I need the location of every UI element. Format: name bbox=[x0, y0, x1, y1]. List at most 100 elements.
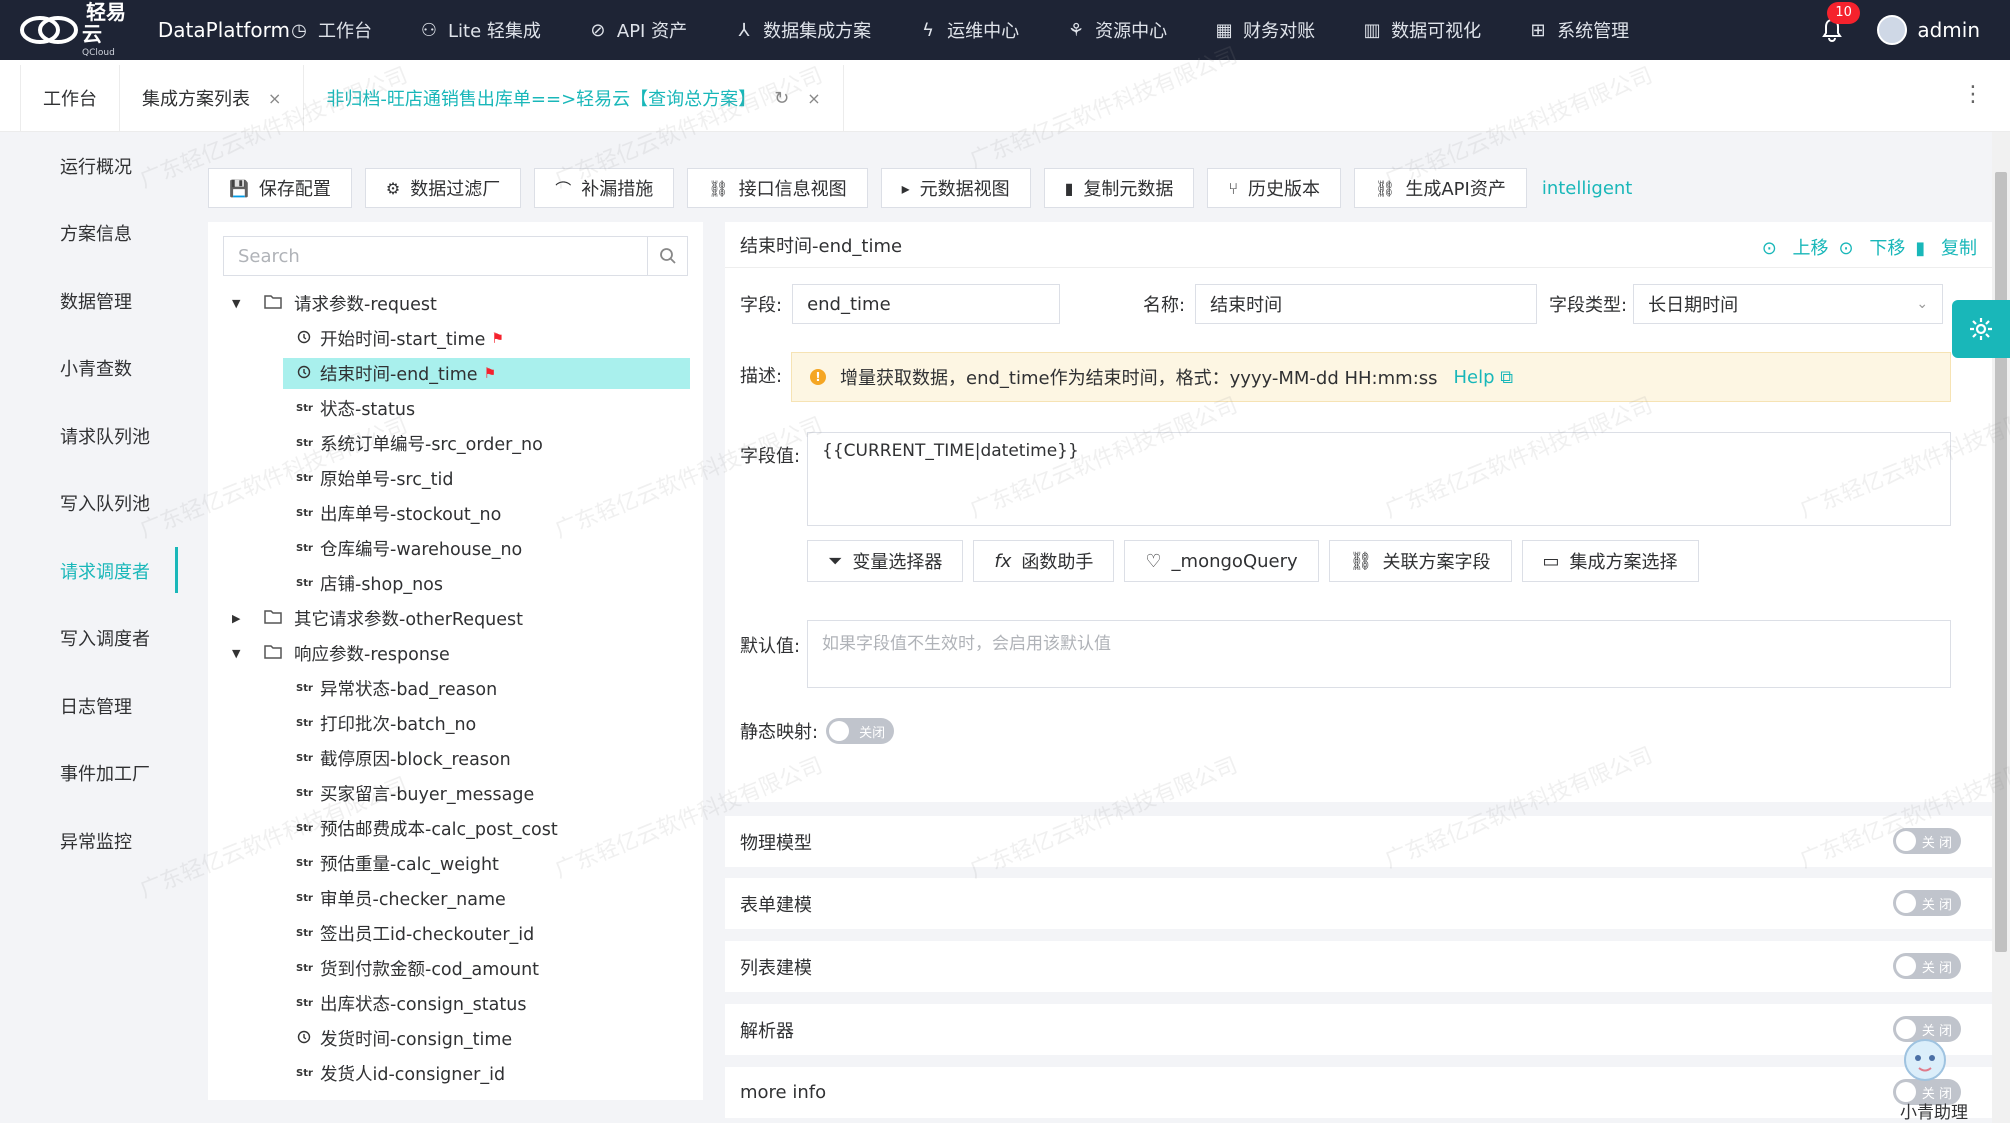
toolbar-button-6[interactable]: ⑂ 历史版本 bbox=[1207, 168, 1342, 208]
tree-leaf[interactable]: Str 出库单号-stockout_no bbox=[208, 496, 703, 531]
nav-item-0[interactable]: ◷ 工作台 bbox=[290, 17, 372, 43]
tree-leaf[interactable]: Str 发货人id-consigner_id bbox=[208, 1056, 703, 1091]
nav-item-2[interactable]: ⊘ API 资产 bbox=[589, 17, 687, 43]
tree-leaf[interactable]: Str 买家留言-buyer_message bbox=[208, 776, 703, 811]
search-icon[interactable] bbox=[647, 237, 687, 275]
nav-item-7[interactable]: ▥ 数据可视化 bbox=[1363, 17, 1482, 43]
search-input[interactable] bbox=[224, 237, 647, 275]
field-value-textarea[interactable]: {{CURRENT_TIME|datetime}} bbox=[807, 432, 1951, 526]
caret-right-icon[interactable]: ▶ bbox=[232, 612, 246, 625]
clock-icon bbox=[296, 330, 312, 347]
tree-leaf[interactable]: Str 签出员工id-checkouter_id bbox=[208, 916, 703, 951]
default-value-textarea[interactable]: 如果字段值不生效时，会启用该默认值 bbox=[807, 620, 1951, 688]
sidebar-item-9[interactable]: 事件加工厂 bbox=[0, 740, 178, 808]
sidebar-item-4[interactable]: 请求队列池 bbox=[0, 402, 178, 470]
helper-button-2[interactable]: ♡ _mongoQuery bbox=[1124, 540, 1319, 582]
more-vertical-icon[interactable]: ⋮ bbox=[1962, 82, 1984, 107]
sidebar-item-6[interactable]: 请求调度者 bbox=[0, 537, 178, 605]
toolbar-button-0[interactable]: 💾 保存配置 bbox=[208, 168, 352, 208]
sidebar-item-10[interactable]: 异常监控 bbox=[0, 807, 178, 875]
intelligent-link[interactable]: intelligent bbox=[1542, 178, 1633, 199]
toolbar-button-7[interactable]: ⛓ 生成API资产 bbox=[1354, 168, 1527, 208]
move-up-button[interactable]: ⊙ 上移 bbox=[1762, 234, 1829, 260]
tab-solution-list[interactable]: 集成方案列表 × bbox=[120, 65, 305, 131]
nav-item-4[interactable]: ϟ 运维中心 bbox=[919, 17, 1019, 43]
section-3[interactable]: 解析器关 闭 bbox=[725, 1004, 1995, 1055]
close-icon[interactable]: × bbox=[268, 89, 281, 108]
tree-leaf[interactable]: Str 异常状态-bad_reason bbox=[208, 671, 703, 706]
caret-down-icon[interactable]: ▼ bbox=[232, 297, 246, 310]
refresh-icon[interactable]: ↻ bbox=[774, 88, 789, 109]
nav-item-5[interactable]: ⚘ 资源中心 bbox=[1067, 17, 1167, 43]
username[interactable]: admin bbox=[1917, 18, 1980, 42]
section-switch[interactable]: 关 闭 bbox=[1893, 890, 1961, 916]
static-map-switch[interactable]: 关闭 bbox=[826, 718, 895, 744]
close-icon[interactable]: × bbox=[807, 89, 820, 108]
tree-leaf[interactable]: 结束时间-end_time ⚑ bbox=[208, 356, 703, 391]
nav-menu: ◷ 工作台 ⚇ Lite 轻集成 ⊘ API 资产 ⅄ 数据集成方案 ϟ 运维中心 ⚘ 资源中心 ▦ 财务… bbox=[290, 0, 1677, 60]
tree-leaf[interactable]: Str 预估邮费成本-calc_post_cost bbox=[208, 811, 703, 846]
tree-leaf[interactable]: Str 预估重量-calc_weight bbox=[208, 846, 703, 881]
nav-item-8[interactable]: ⊞ 系统管理 bbox=[1529, 17, 1630, 43]
tree-leaf[interactable]: Str 截停原因-block_reason bbox=[208, 741, 703, 776]
section-4[interactable]: more info 关 闭 bbox=[725, 1067, 1995, 1118]
sidebar-item-2[interactable]: 数据管理 bbox=[0, 267, 178, 335]
tree-leaf[interactable]: Str 原始单号-src_tid bbox=[208, 461, 703, 496]
tree-folder[interactable]: ▼ 响应参数-response bbox=[208, 636, 703, 671]
chart-line-icon: ⌒ bbox=[555, 180, 572, 199]
brand[interactable]: 轻易云 QCloud DataPlatform bbox=[0, 2, 290, 58]
tree-folder[interactable]: ▼ 请求参数-request bbox=[208, 286, 703, 321]
type-select[interactable]: 长日期时间 ⌄ bbox=[1633, 284, 1944, 324]
sidebar-item-3[interactable]: 小青查数 bbox=[0, 335, 178, 403]
help-link[interactable]: Help ⧉ bbox=[1454, 367, 1514, 388]
helper-button-0[interactable]: ⏷ 变量选择器 bbox=[807, 540, 964, 582]
sidebar-item-8[interactable]: 日志管理 bbox=[0, 672, 178, 740]
toolbar-button-2[interactable]: ⌒ 补漏措施 bbox=[534, 168, 675, 208]
helper-button-4[interactable]: ▭ 集成方案选择 bbox=[1521, 540, 1699, 582]
section-2[interactable]: 列表建模 关 闭 bbox=[725, 941, 1995, 992]
helper-button-3[interactable]: ⛓ 关联方案字段 bbox=[1328, 540, 1512, 582]
section-0[interactable]: 物理模型 关 闭 bbox=[725, 816, 1995, 867]
toolbar-button-1[interactable]: ⚙ 数据过滤厂 bbox=[364, 168, 522, 208]
tree-leaf[interactable]: Str 打印批次-batch_no bbox=[208, 706, 703, 741]
sidebar-item-1[interactable]: 方案信息 bbox=[0, 200, 178, 268]
tree-leaf[interactable]: 开始时间-start_time ⚑ bbox=[208, 321, 703, 356]
page-scrollbar[interactable] bbox=[1992, 132, 2010, 1123]
section-switch[interactable]: 关 闭 bbox=[1893, 828, 1961, 854]
tree-leaf[interactable]: Str 审单员-checker_name bbox=[208, 881, 703, 916]
move-down-button[interactable]: ⊙ 下移 bbox=[1839, 234, 1906, 260]
nav-item-6[interactable]: ▦ 财务对账 bbox=[1215, 17, 1316, 43]
sidebar-item-0[interactable]: 运行概况 bbox=[0, 132, 178, 200]
tree-leaf[interactable]: Str 货到付款金额-cod_amount bbox=[208, 951, 703, 986]
toolbar-button-3[interactable]: ⛓ 接口信息视图 bbox=[687, 168, 868, 208]
sidebar-item-7[interactable]: 写入调度者 bbox=[0, 605, 178, 673]
tree-leaf[interactable]: Str 系统订单编号-src_order_no bbox=[208, 426, 703, 461]
tab-workbench[interactable]: 工作台 bbox=[20, 65, 120, 131]
nav-item-3[interactable]: ⅄ 数据集成方案 bbox=[735, 17, 872, 43]
scroll-thumb[interactable] bbox=[1995, 172, 2007, 952]
field-input[interactable]: end_time bbox=[792, 284, 1061, 324]
nav-item-1[interactable]: ⚇ Lite 轻集成 bbox=[420, 17, 541, 43]
tree-node-label: 发货人id-consigner_id bbox=[320, 1065, 506, 1085]
tree-leaf[interactable]: Str 店铺-shop_nos bbox=[208, 566, 703, 601]
tree-leaf[interactable]: Str 状态-status bbox=[208, 391, 703, 426]
copy-button[interactable]: ▮ 复制 bbox=[1915, 234, 1977, 260]
top-navbar: 轻易云 QCloud DataPlatform ◷ 工作台 ⚇ Lite 轻集成 ⊘ AP… bbox=[0, 0, 2010, 60]
avatar[interactable] bbox=[1877, 15, 1908, 45]
section-switch[interactable]: 关 闭 bbox=[1893, 953, 1961, 979]
sidebar-item-5[interactable]: 写入队列池 bbox=[0, 470, 178, 538]
toolbar-button-5[interactable]: ▮ 复制元数据 bbox=[1043, 168, 1195, 208]
section-1[interactable]: 表单建模 关 闭 bbox=[725, 878, 1995, 929]
tab-current-solution[interactable]: 非归档-旺店通销售出库单==>轻易云【查询总方案】 ↻ × bbox=[304, 65, 844, 131]
tree-leaf[interactable]: 发货时间-consign_time bbox=[208, 1021, 703, 1056]
helper-button-1[interactable]: fx 函数助手 bbox=[973, 540, 1115, 582]
caret-down-icon[interactable]: ▼ bbox=[232, 647, 246, 660]
assistant-label[interactable]: 小青助理 bbox=[1900, 1098, 1968, 1123]
tree-leaf[interactable]: Str 仓库编号-warehouse_no bbox=[208, 531, 703, 566]
bell-icon[interactable]: 10 bbox=[1821, 2, 1860, 42]
tree-folder[interactable]: ▶ 其它请求参数-otherRequest bbox=[208, 601, 703, 636]
name-input[interactable]: 结束时间 bbox=[1195, 284, 1538, 324]
tree-leaf[interactable]: Str 出库状态-consign_status bbox=[208, 986, 703, 1021]
toolbar-button-4[interactable]: ▸ 元数据视图 bbox=[880, 168, 1031, 208]
settings-gear-icon[interactable] bbox=[1952, 300, 2010, 358]
